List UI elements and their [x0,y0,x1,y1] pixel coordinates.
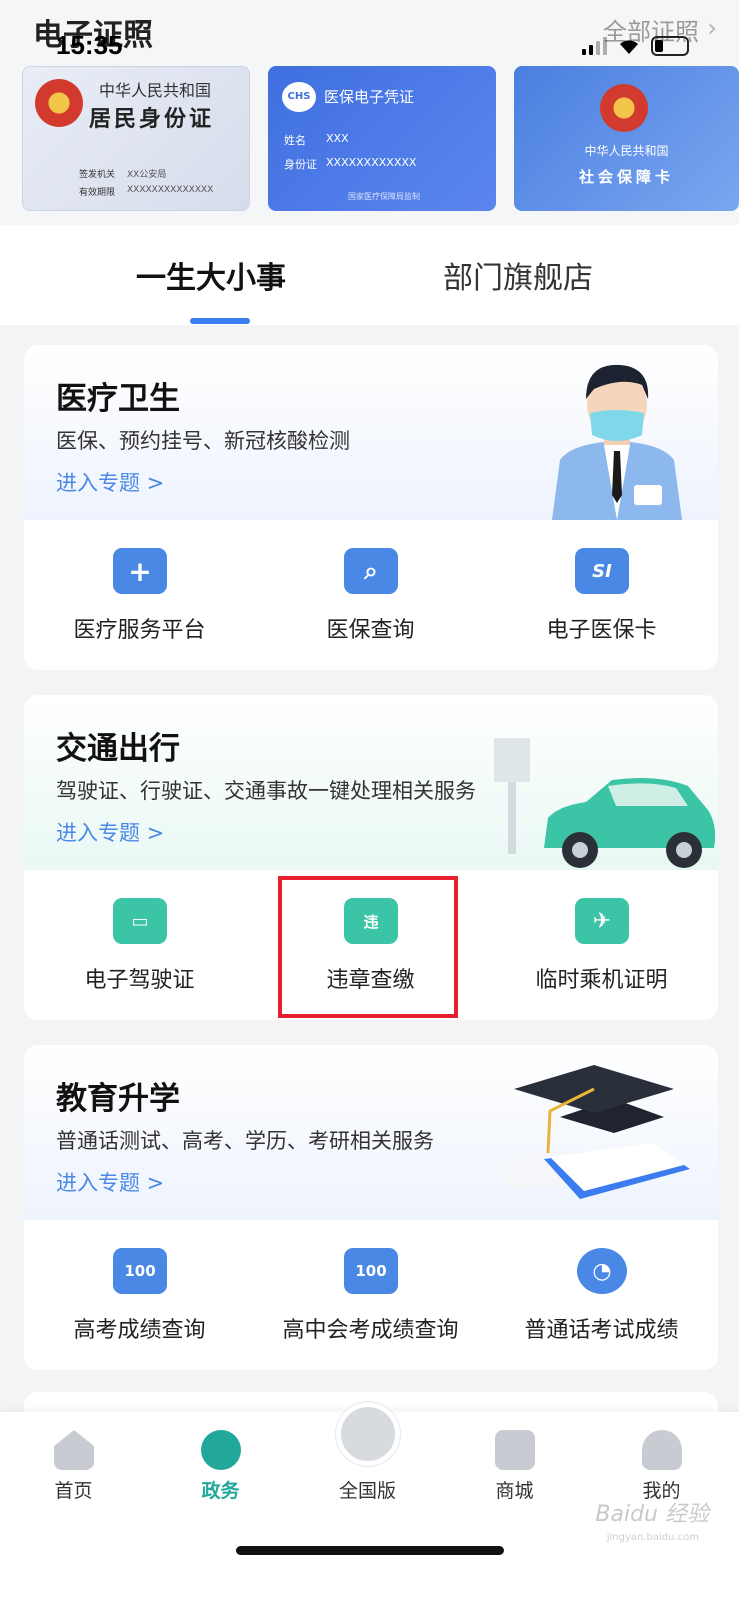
tab-label: 政务 [201,1480,240,1502]
section-banner[interactable]: 医疗卫生 医保、预约挂号、新冠核酸检测 进入专题 > [24,345,718,520]
boarding-pass-icon: ✈ [575,898,629,944]
id-card-line1: 中华人民共和国 [99,81,212,100]
home-icon [54,1430,94,1470]
status-icons [582,36,689,56]
section-subtitle: 普通话测试、高考、学历、考研相关服务 [56,1129,434,1153]
tab-government[interactable]: 政务 [147,1412,294,1532]
service-label: 医疗服务平台 [73,618,206,643]
home-indicator[interactable] [236,1546,504,1555]
service-label: 医保查询 [326,618,415,643]
government-service-icon [201,1430,241,1470]
national-edition-icon [336,1402,400,1466]
national-emblem-icon [35,79,83,127]
medical-id: XXXXXXXXXXXX [326,156,417,169]
medical-search-icon: ⌕ [344,548,398,594]
section-medical: 医疗卫生 医保、预约挂号、新冠核酸检测 进入专题 > + 医疗服务平台 ⌕ 医保… [24,345,718,670]
si-card-icon: SI [575,548,629,594]
service-label: 电子驾驶证 [84,968,195,993]
service-item[interactable]: 100 高考成绩查询 [24,1220,255,1370]
section-title: 教育升学 [56,1081,180,1117]
graduation-cap-illustration-icon [500,1065,690,1199]
id-issuer-label: 签发机关 [79,170,116,180]
section-subtitle: 医保、预约挂号、新冠核酸检测 [56,429,350,453]
social-card-line1: 中华人民共和国 [584,144,669,158]
service-label: 普通话考试成绩 [524,1318,679,1343]
medical-name: XXX [326,132,349,145]
service-items: 100 高考成绩查询 100 高中会考成绩查询 ◔ 普通话考试成绩 [24,1220,718,1370]
doctor-illustration-icon [552,364,682,520]
chs-logo-icon: CHS [282,82,316,112]
service-label: 高考成绩查询 [73,1318,206,1343]
tab-national[interactable]: 全国版 [294,1402,441,1532]
tab-department-stores[interactable]: 部门旗舰店 [443,253,593,297]
tab-label: 商城 [495,1480,534,1502]
section-banner[interactable]: 教育升学 普通话测试、高考、学历、考研相关服务 进入专题 > [24,1045,718,1220]
service-item[interactable]: + 医疗服务平台 [24,520,255,670]
tab-mall[interactable]: 商城 [441,1412,588,1532]
section-title: 交通出行 [56,731,180,767]
tab-label: 首页 [54,1480,93,1502]
section-subtitle: 驾驶证、行驶证、交通事故一键处理相关服务 [56,779,476,803]
medical-card-footer: 国家医疗保障局监制 [348,192,420,201]
service-label: 高中会考成绩查询 [282,1318,459,1343]
service-items: + 医疗服务平台 ⌕ 医保查询 SI 电子医保卡 [24,520,718,670]
service-item[interactable]: ⌕ 医保查询 [255,520,486,670]
tab-label: 全国版 [338,1480,396,1502]
service-label: 临时乘机证明 [535,968,668,993]
enter-topic-link[interactable]: 进入专题 > [56,817,164,847]
signal-icon [582,37,607,55]
id-valid: XXXXXXXXXXXXXX [127,185,214,195]
baidu-watermark: Baidu 经验 [595,1502,709,1527]
id-card-line2: 居民身份证 [89,107,215,132]
id-valid-label: 有效期限 [79,188,116,198]
medical-id-label: 身份证 [284,158,317,171]
id-issuer: XX公安局 [127,170,167,180]
tab-home[interactable]: 首页 [0,1412,147,1532]
section-title: 医疗卫生 [56,381,180,417]
score-100-icon: 100 [344,1248,398,1294]
service-item[interactable]: ◔ 普通话考试成绩 [486,1220,717,1370]
tab-life-events[interactable]: 一生大小事 [136,253,286,297]
battery-icon [651,36,689,56]
highlight-annotation [278,876,458,1018]
service-item[interactable]: 100 高中会考成绩查询 [255,1220,486,1370]
shop-icon [495,1430,535,1470]
watermark-url: jingyan.baidu.com [606,1532,699,1543]
enter-topic-link[interactable]: 进入专题 > [56,1167,164,1197]
national-emblem-icon [600,84,648,132]
score-100-search-icon: 100 [113,1248,167,1294]
service-item[interactable]: ▭ 电子驾驶证 [24,870,255,1020]
wifi-icon [620,40,638,54]
active-tab-indicator [190,318,250,324]
car-illustration-icon [494,738,716,868]
category-tabs: 一生大小事 部门旗舰店 [0,225,739,325]
section-education: 教育升学 普通话测试、高考、学历、考研相关服务 进入专题 > 100 高考成绩查… [24,1045,718,1370]
id-card[interactable]: 中华人民共和国 居民身份证 签发机关 XX公安局 有效期限 XXXXXXXXXX… [22,66,250,211]
social-security-card[interactable]: 中华人民共和国 社会保障卡 [514,66,739,211]
enter-topic-link[interactable]: 进入专题 > [56,467,164,497]
certificates-area: 电子证照 15:35 全部证照 › 中华人民共和国 居民身份证 签发机关 XX公… [0,0,739,225]
medical-insurance-card[interactable]: CHS 医保电子凭证 姓名 XXX 身份证 XXXXXXXXXXXX 国家医疗保… [268,66,496,211]
service-item[interactable]: SI 电子医保卡 [486,520,717,670]
medical-name-label: 姓名 [284,134,306,147]
license-card-icon: ▭ [113,898,167,944]
service-label: 电子医保卡 [546,618,657,643]
section-banner[interactable]: 交通出行 驾驶证、行驶证、交通事故一键处理相关服务 进入专题 > [24,695,718,870]
social-card-line2: 社会保障卡 [578,168,674,186]
medical-card-title: 医保电子凭证 [324,88,415,106]
medical-kit-icon: + [113,548,167,594]
chevron-right-icon[interactable]: › [707,14,717,42]
status-time: 15:35 [56,30,123,60]
user-icon [642,1430,682,1470]
speech-icon: ◔ [577,1248,627,1294]
service-item[interactable]: ✈ 临时乘机证明 [486,870,717,1020]
